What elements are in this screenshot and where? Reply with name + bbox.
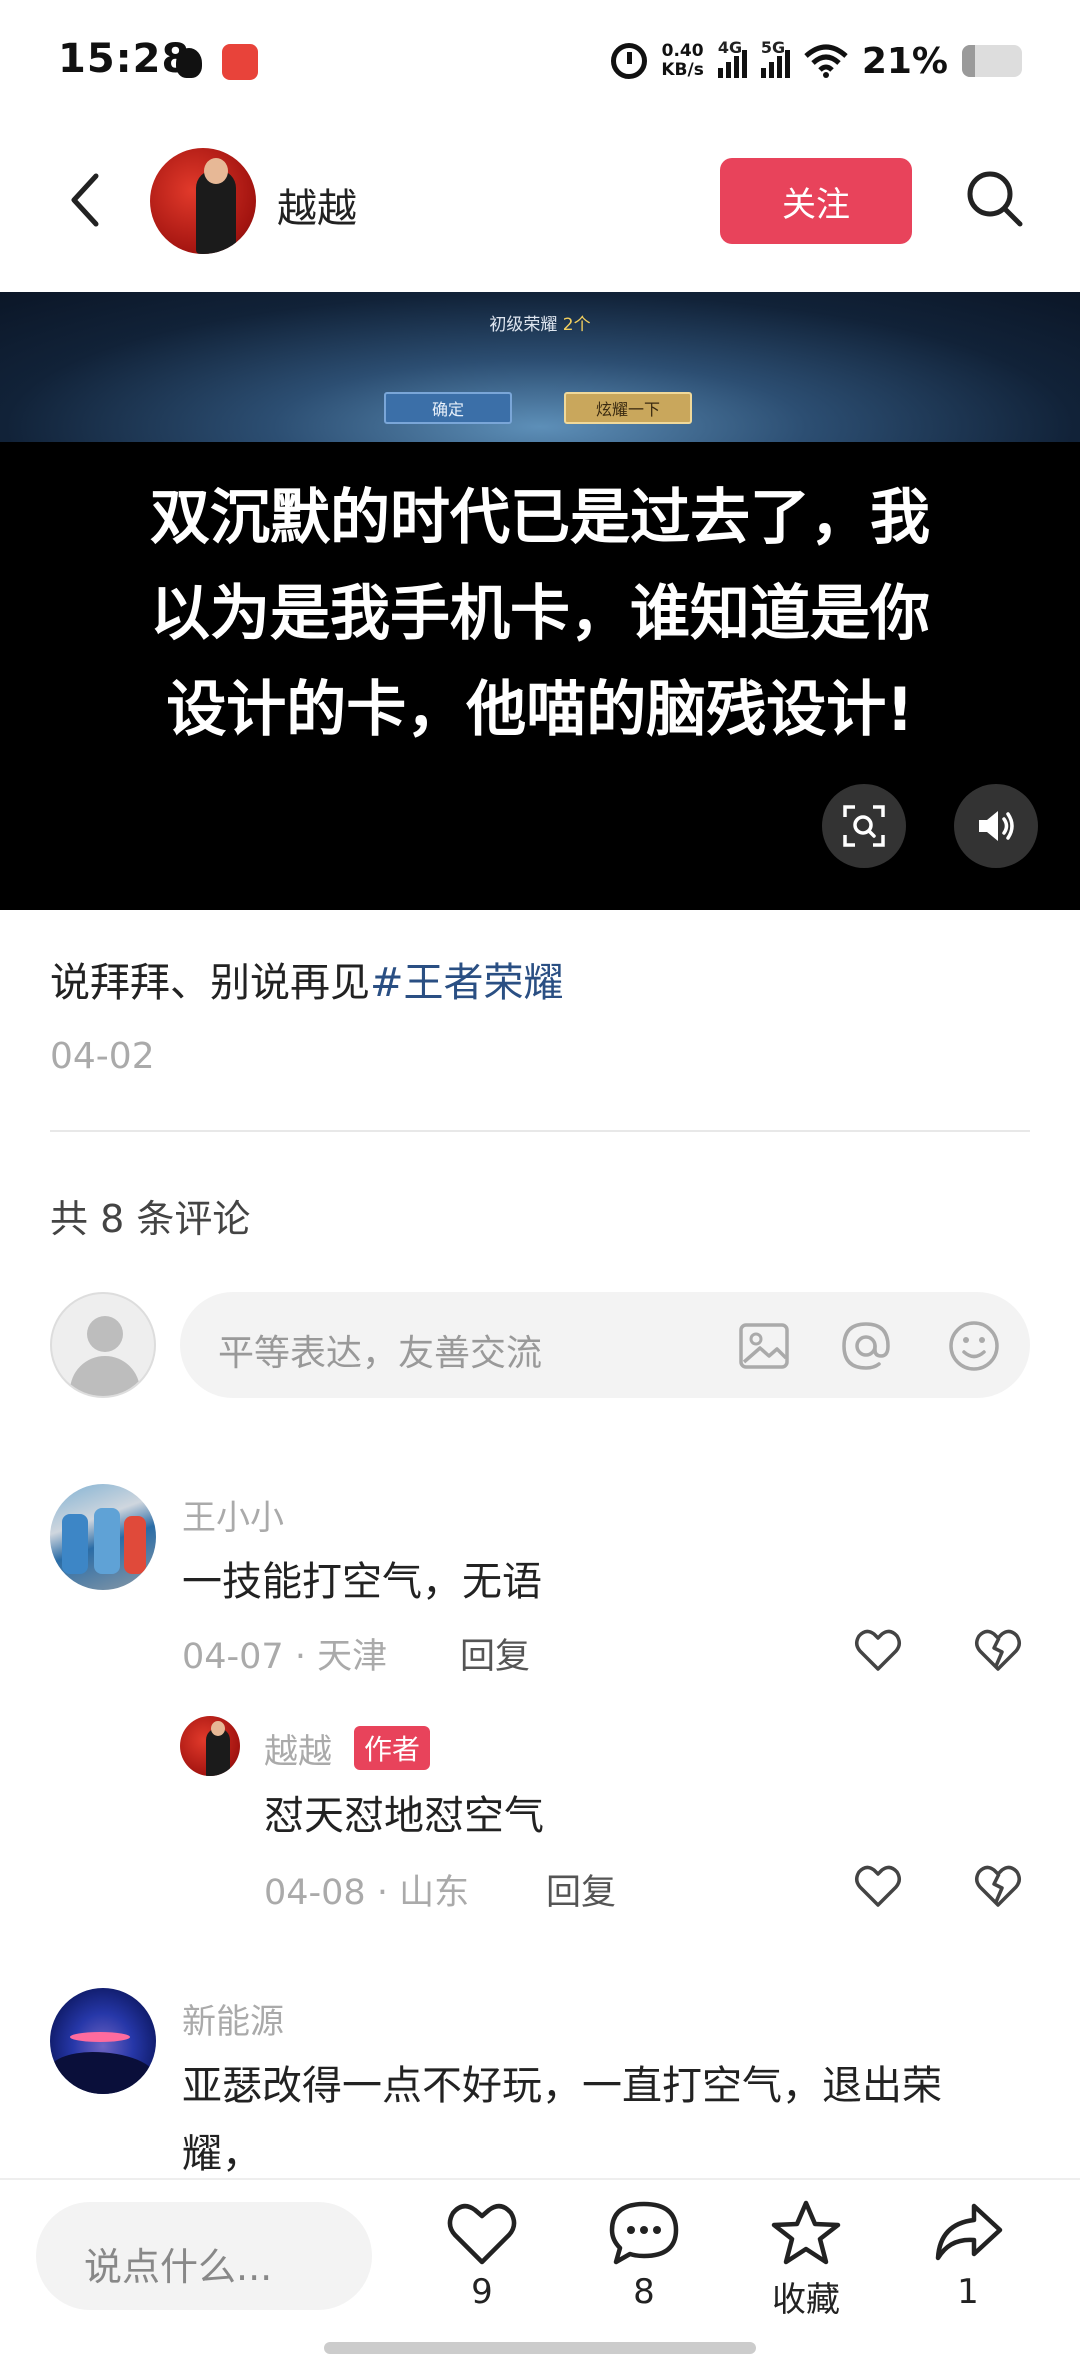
post-header: 越越 关注 [0, 140, 1080, 265]
author-name[interactable]: 越越 [277, 176, 357, 234]
comment-text: 一技能打空气，无语 [182, 1559, 542, 1605]
like-count: 9 [471, 2272, 493, 2312]
say-placeholder: 说点什么... [84, 2245, 273, 2289]
comment-count: 共 8 条评论 [50, 1197, 251, 1241]
signal-4g-label: 4G [717, 38, 743, 57]
post-text: 说拜拜、别说再见#王者荣耀 [50, 950, 564, 1008]
net-speed: 0.40 KB/s [661, 42, 703, 80]
status-time: 15:28 [58, 36, 191, 82]
video-player[interactable]: 初级荣耀 2个 确定 炫耀一下 双沉默的时代已是过去了，我以为是我手机卡，谁知道… [0, 292, 1080, 910]
favorite-label: 收藏 [772, 2280, 840, 2320]
reply-meta: 04-08 · 山东 [264, 1873, 470, 1913]
star-icon [771, 2200, 841, 2265]
signal-5g-icon: 5G [760, 38, 790, 78]
comment-bubble-icon [609, 2201, 679, 2265]
at-mention-icon[interactable] [838, 1318, 894, 1374]
game-screenshot: 初级荣耀 2个 确定 炫耀一下 [0, 292, 1080, 442]
battery-icon [962, 45, 1022, 77]
qq-icon [176, 48, 202, 78]
reply-author-avatar[interactable] [180, 1716, 240, 1776]
comment-button[interactable]: 8 [589, 2198, 699, 2338]
comment-placeholder: 平等表达，友善交流 [218, 1333, 543, 1374]
image-icon[interactable] [736, 1318, 792, 1374]
scan-icon [843, 805, 885, 847]
broken-heart-icon[interactable] [972, 1860, 1024, 1912]
comment-total: 8 [633, 2272, 655, 2312]
follow-button[interactable]: 关注 [720, 158, 912, 244]
heart-icon[interactable] [852, 1624, 904, 1676]
net-speed-unit: KB/s [661, 60, 704, 80]
post-body: 说拜拜、别说再见 [50, 960, 370, 1006]
share-count: 1 [957, 2272, 979, 2312]
commenter-avatar[interactable] [50, 1484, 156, 1590]
reply-button[interactable]: 回复 [546, 1864, 616, 1915]
commenter-name[interactable]: 新能源 [182, 1994, 284, 2043]
comment-text: 亚瑟改得一点不好玩，一直打空气，退出荣耀， [182, 2063, 942, 2177]
game-title: 初级荣耀 2个 [0, 310, 1080, 335]
search-icon[interactable] [960, 164, 1030, 234]
screen-scan-button[interactable] [822, 784, 906, 868]
author-badge: 作者 [354, 1726, 431, 1770]
app-notification-icon [222, 44, 258, 80]
game-title-count: 2个 [562, 315, 591, 335]
emoji-icon[interactable] [946, 1318, 1002, 1374]
game-show-off-button: 炫耀一下 [564, 392, 692, 424]
sound-button[interactable] [954, 784, 1038, 868]
wifi-icon [804, 44, 848, 78]
alarm-icon [611, 43, 648, 79]
speaker-icon [979, 811, 1014, 841]
say-something-input[interactable]: 说点什么... [36, 2202, 372, 2310]
status-bar: 15:28 0.40 KB/s 4G 5G 21% [0, 0, 1080, 125]
like-button[interactable]: 9 [427, 2198, 537, 2338]
video-caption: 双沉默的时代已是过去了，我以为是我手机卡，谁知道是你设计的卡，他喵的脑残设计! [150, 483, 930, 745]
game-confirm-button: 确定 [384, 392, 512, 424]
hashtag-link[interactable]: #王者荣耀 [370, 960, 564, 1006]
my-avatar [50, 1292, 156, 1398]
share-button[interactable]: 1 [913, 2198, 1023, 2338]
signal-5g-label: 5G [760, 38, 786, 57]
comment-meta: 04-07 · 天津 [182, 1637, 388, 1677]
comment-input[interactable]: 平等表达，友善交流 [180, 1292, 1030, 1398]
reply-button[interactable]: 回复 [460, 1628, 530, 1679]
reply-text: 怼天怼地怼空气 [264, 1793, 544, 1839]
broken-heart-icon[interactable] [972, 1624, 1024, 1676]
heart-icon[interactable] [852, 1860, 904, 1912]
favorite-button[interactable]: 收藏 [751, 2198, 861, 2338]
game-title-text: 初级荣耀 [489, 315, 558, 335]
commenter-name[interactable]: 王小小 [182, 1490, 284, 1539]
heart-icon [447, 2203, 517, 2265]
author-avatar[interactable] [150, 148, 256, 254]
back-arrow-icon[interactable] [62, 170, 112, 230]
home-indicator[interactable] [324, 2342, 756, 2354]
commenter-avatar[interactable] [50, 1988, 156, 2094]
divider [50, 1130, 1030, 1132]
reply-author-name[interactable]: 越越 [264, 1724, 332, 1773]
net-speed-value: 0.40 [661, 41, 704, 61]
share-arrow-icon [935, 2203, 1003, 2261]
battery-percent: 21% [861, 40, 948, 82]
post-date: 04-02 [50, 1036, 155, 1077]
signal-4g-icon: 4G [717, 38, 747, 78]
